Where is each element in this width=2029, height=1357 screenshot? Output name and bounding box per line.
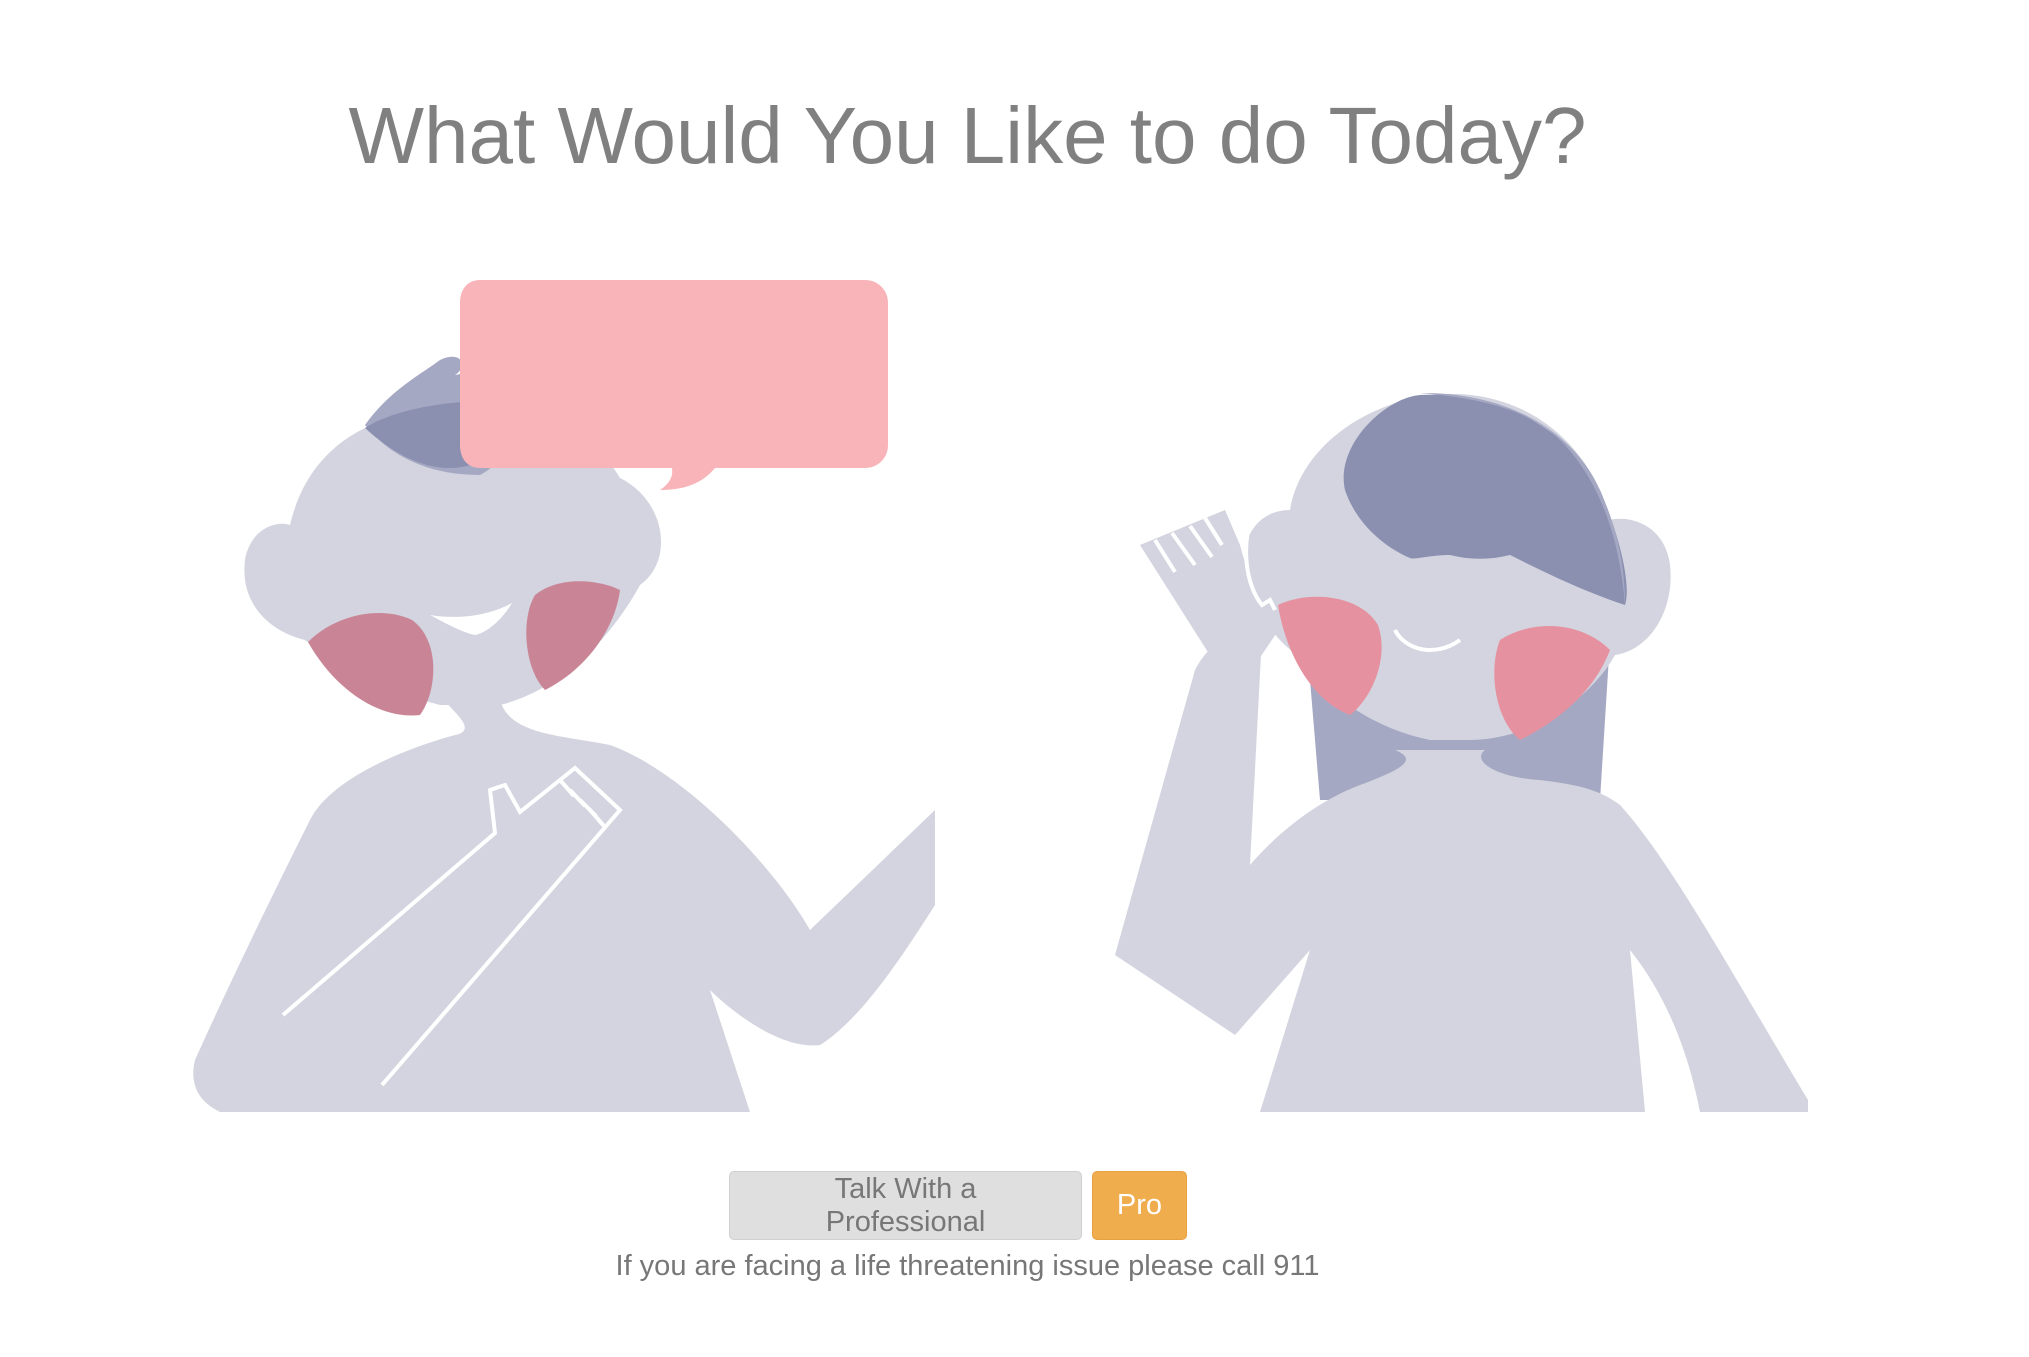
action-buttons: Talk With a Professional Pro — [729, 1171, 1187, 1240]
right-person-figure — [1115, 392, 1808, 1112]
emergency-notice: If you are facing a life threatening iss… — [615, 1250, 1320, 1282]
left-person-torso — [193, 700, 935, 1112]
speech-bubble-shape — [460, 280, 888, 490]
left-person-cheek-left — [308, 613, 434, 716]
talk-with-professional-button[interactable]: Talk With a Professional — [729, 1171, 1082, 1240]
conversation-illustration — [193, 280, 1808, 1112]
left-person-figure — [193, 356, 935, 1112]
pro-button[interactable]: Pro — [1092, 1171, 1187, 1240]
speech-bubble — [460, 280, 888, 490]
left-person-cheek-right — [526, 581, 620, 690]
